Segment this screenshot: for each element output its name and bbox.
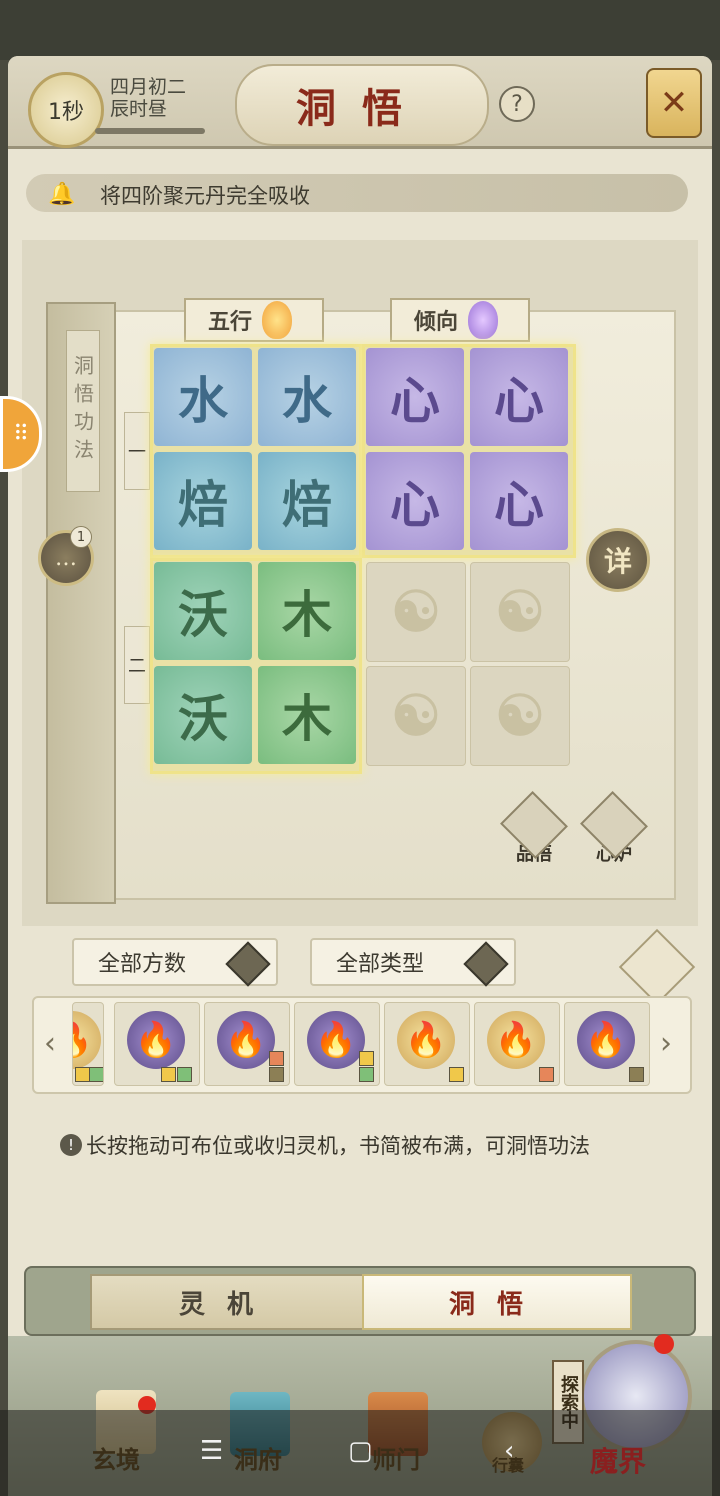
count-filter-label: 全部方数 bbox=[98, 952, 187, 977]
purple-flame-icon: 🔥 bbox=[127, 1011, 185, 1069]
scroll-left-icon[interactable]: ‹ bbox=[44, 1026, 56, 1061]
scroll-icon bbox=[500, 791, 568, 859]
qingxiang-label: 倾向 bbox=[414, 309, 459, 335]
spirit-item[interactable]: 🔥 bbox=[114, 1002, 200, 1086]
slot-square bbox=[449, 1067, 464, 1082]
tile-r2c1[interactable]: 焙 bbox=[154, 452, 252, 550]
xinlu-button[interactable]: 心炉 bbox=[580, 791, 648, 866]
chevron-down-icon bbox=[225, 941, 271, 987]
yellow-flame-icon: 🔥 bbox=[73, 1011, 101, 1069]
tile-r3c2[interactable]: 木 bbox=[258, 562, 356, 660]
spirit-item[interactable]: 🔥 bbox=[294, 1002, 380, 1086]
flame-furnace-icon bbox=[580, 791, 648, 859]
row-label-two: 二 bbox=[124, 626, 150, 704]
slot-square bbox=[269, 1067, 284, 1082]
tile-r4c1[interactable]: 沃 bbox=[154, 666, 252, 764]
notice-text: 将四阶聚元丹完全吸收 bbox=[100, 184, 310, 208]
date-display: 四月初二 辰时昼 bbox=[110, 76, 186, 120]
chat-icon: … bbox=[55, 545, 77, 571]
slot-square bbox=[75, 1067, 90, 1082]
empty-slot-r4c4[interactable]: ☯ bbox=[470, 666, 570, 766]
count-filter-dropdown[interactable]: 全部方数 bbox=[72, 938, 278, 987]
spirit-item[interactable]: 🔥 bbox=[564, 1002, 650, 1086]
tile-r1c3[interactable]: 心 bbox=[366, 348, 464, 446]
empty-slot-r4c3[interactable]: ☯ bbox=[366, 666, 466, 766]
tab-dongwu[interactable]: 洞悟 bbox=[362, 1274, 632, 1330]
yin-yang-icon: ☯ bbox=[494, 579, 546, 645]
close-button[interactable]: ✕ bbox=[646, 68, 702, 138]
date-line-2: 辰时昼 bbox=[110, 98, 168, 120]
slot-square bbox=[359, 1051, 374, 1066]
hint-text: ! 长按拖动可布位或收归灵机，书简被布满，可洞悟功法 bbox=[60, 1130, 590, 1160]
spirit-item[interactable]: 🔥 bbox=[474, 1002, 560, 1086]
nav-xuanjing[interactable]: 玄境 bbox=[92, 1440, 140, 1475]
pinwu-button[interactable]: 品悟 bbox=[500, 791, 568, 866]
slot-square bbox=[269, 1051, 284, 1066]
yin-yang-icon: ☯ bbox=[494, 683, 546, 749]
tile-r1c2[interactable]: 水 bbox=[258, 348, 356, 446]
hint-message: 长按拖动可布位或收归灵机，书简被布满，可洞悟功法 bbox=[86, 1134, 590, 1158]
yin-yang-icon: ☯ bbox=[390, 683, 442, 749]
yellow-flame-icon: 🔥 bbox=[397, 1011, 455, 1069]
slot-square bbox=[177, 1067, 192, 1082]
spirit-item[interactable]: 🔥 bbox=[204, 1002, 290, 1086]
info-icon: ! bbox=[60, 1134, 82, 1156]
purple-flame-icon bbox=[468, 301, 499, 339]
tile-r1c4[interactable]: 心 bbox=[470, 348, 568, 446]
spirit-item[interactable]: 🔥 bbox=[72, 1002, 104, 1086]
spine-label: 洞悟功法 bbox=[66, 330, 100, 492]
tile-r2c4[interactable]: 心 bbox=[470, 452, 568, 550]
nav-dongfu[interactable]: 洞府 bbox=[234, 1440, 282, 1475]
page-title: 洞悟 bbox=[235, 64, 489, 146]
purple-flame-icon: 🔥 bbox=[307, 1011, 365, 1069]
tile-r4c2[interactable]: 木 bbox=[258, 666, 356, 764]
help-icon[interactable]: ? bbox=[499, 86, 535, 122]
tile-r2c3[interactable]: 心 bbox=[366, 452, 464, 550]
tile-r3c1[interactable]: 沃 bbox=[154, 562, 252, 660]
date-line-1: 四月初二 bbox=[110, 76, 187, 98]
slot-square bbox=[359, 1067, 374, 1082]
close-icon: ✕ bbox=[659, 83, 689, 123]
chevron-down-icon bbox=[463, 941, 509, 987]
slot-square bbox=[89, 1067, 103, 1082]
wuxing-header: 五行 bbox=[184, 298, 324, 342]
row-label-one: 一 bbox=[124, 412, 150, 490]
time-progress-bar bbox=[95, 128, 205, 134]
yin-yang-icon: ☯ bbox=[390, 579, 442, 645]
nav-mojie[interactable]: 魔界 bbox=[590, 1440, 646, 1480]
top-strip bbox=[0, 0, 720, 60]
slot-square bbox=[539, 1067, 554, 1082]
tab-lingji[interactable]: 灵机 bbox=[90, 1274, 364, 1330]
qingxiang-header: 倾向 bbox=[390, 298, 530, 342]
nav-shimen[interactable]: 师门 bbox=[372, 1440, 420, 1475]
empty-slot-r3c4[interactable]: ☯ bbox=[470, 562, 570, 662]
purple-flame-icon: 🔥 bbox=[217, 1011, 275, 1069]
scroll-right-icon[interactable]: › bbox=[660, 1026, 672, 1061]
slot-square bbox=[629, 1067, 644, 1082]
timer-badge[interactable]: 1秒 bbox=[28, 72, 104, 148]
wuxing-label: 五行 bbox=[208, 309, 253, 335]
bell-icon: 🔔 bbox=[48, 181, 76, 207]
tile-r1c1[interactable]: 水 bbox=[154, 348, 252, 446]
detail-button[interactable]: 详 bbox=[586, 528, 650, 592]
yellow-flame-icon: 🔥 bbox=[487, 1011, 545, 1069]
orange-flame-icon bbox=[262, 301, 293, 339]
chat-badge: 1 bbox=[70, 526, 92, 548]
menu-icon[interactable]: ☰ bbox=[200, 1436, 223, 1466]
tile-r2c2[interactable]: 焙 bbox=[258, 452, 356, 550]
slot-square bbox=[161, 1067, 176, 1082]
spirit-item[interactable]: 🔥 bbox=[384, 1002, 470, 1086]
type-filter-dropdown[interactable]: 全部类型 bbox=[310, 938, 516, 987]
home-icon[interactable]: ▢ bbox=[348, 1436, 373, 1466]
purple-flame-icon: 🔥 bbox=[577, 1011, 635, 1069]
type-filter-label: 全部类型 bbox=[336, 952, 425, 977]
empty-slot-r3c3[interactable]: ☯ bbox=[366, 562, 466, 662]
notification-dot bbox=[654, 1334, 674, 1354]
back-icon[interactable]: ‹ bbox=[504, 1436, 514, 1466]
gamepad-icon: ⠿ bbox=[12, 421, 30, 447]
